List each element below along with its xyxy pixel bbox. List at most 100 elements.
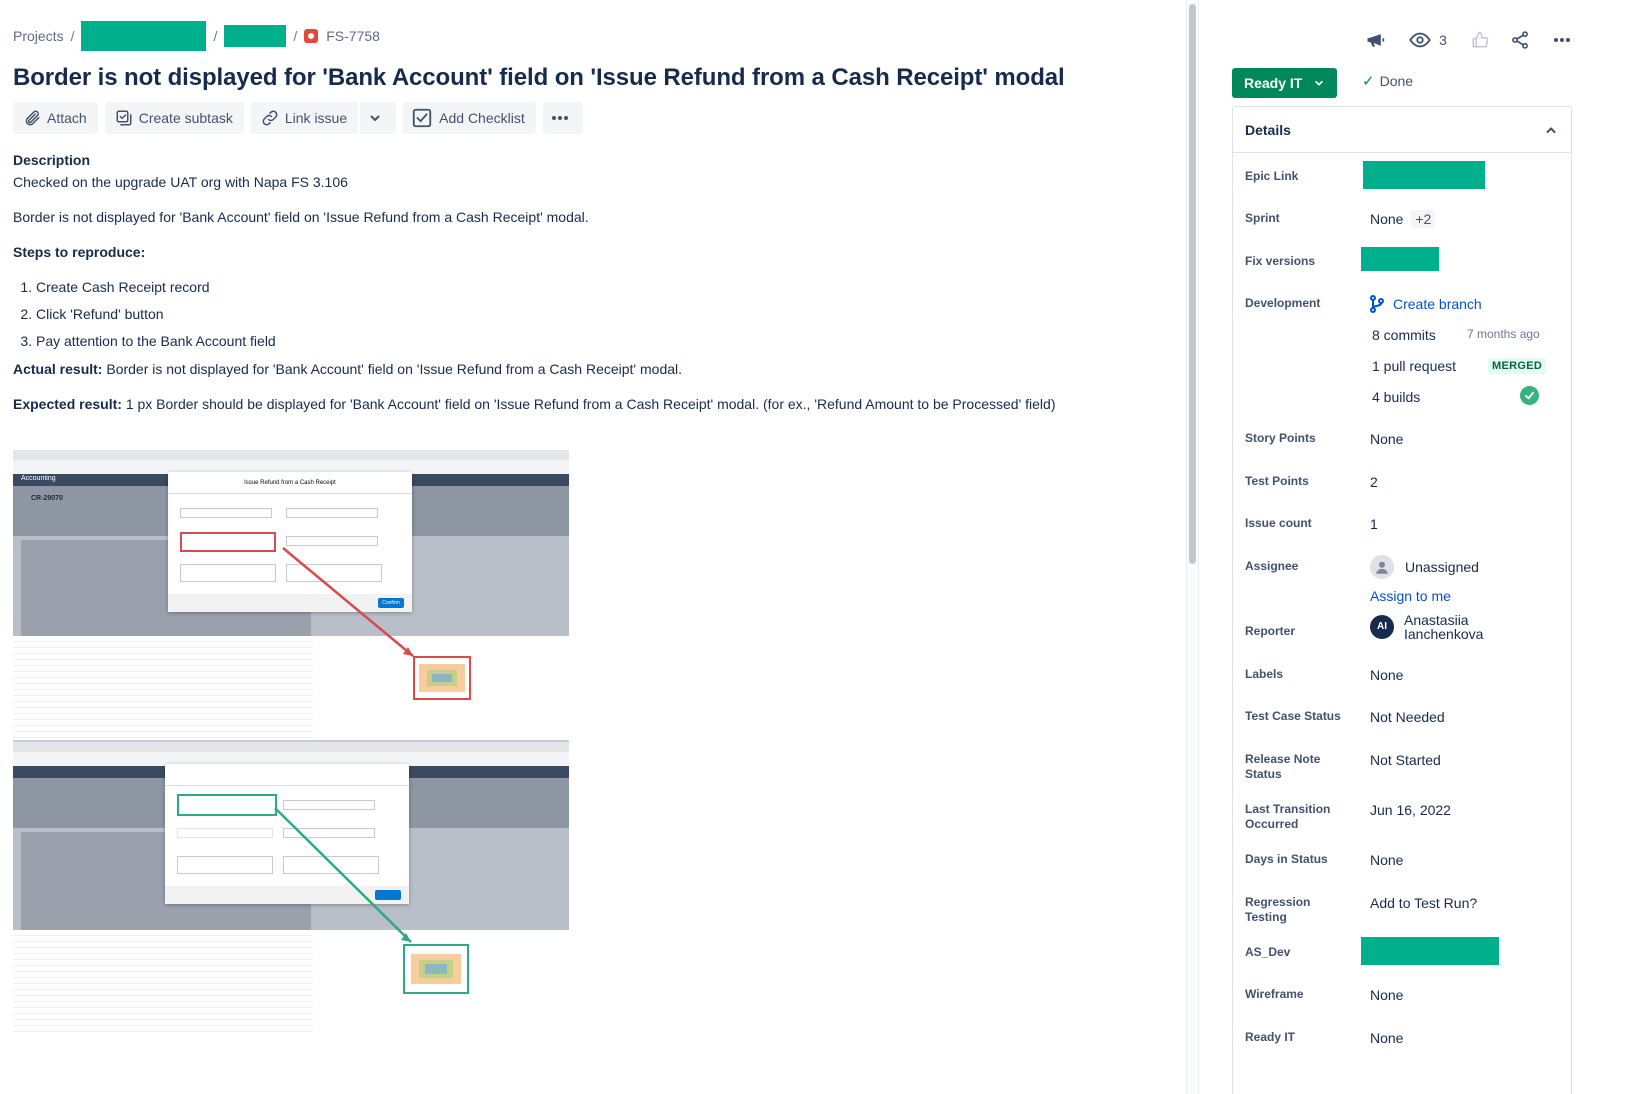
share-button[interactable]	[1506, 24, 1534, 56]
vote-button[interactable]	[1466, 24, 1494, 56]
description-body: Description Checked on the upgrade UAT o…	[13, 152, 1173, 414]
panel-divider	[1198, 0, 1199, 1094]
add-checklist-button[interactable]: Add Checklist	[403, 102, 536, 134]
unassigned-avatar-icon	[1370, 555, 1394, 579]
days-in-status-value: None	[1370, 852, 1404, 868]
step-item: Create Cash Receipt record	[36, 277, 1173, 297]
fix-versions-value-redacted[interactable]	[1361, 247, 1439, 271]
breadcrumb-issue-key[interactable]: FS-7758	[326, 28, 380, 44]
field-label-story-points: Story Points	[1245, 431, 1316, 445]
screenshot-top: Accounting CR-29070 Issue Refund from a …	[13, 450, 569, 740]
expected-result: Expected result: 1 px Border should be d…	[13, 394, 1173, 414]
scrollbar-thumb[interactable]	[1189, 4, 1196, 564]
watch-button[interactable]: 3	[1404, 24, 1452, 56]
regression-testing-value[interactable]: Add to Test Run?	[1370, 894, 1477, 912]
more-actions-button[interactable]	[542, 102, 583, 134]
attach-button[interactable]: Attach	[13, 102, 98, 134]
create-subtask-label: Create subtask	[138, 110, 233, 126]
expected-result-label: Expected result:	[13, 396, 122, 412]
description-line: Checked on the upgrade UAT org with Napa…	[13, 174, 348, 190]
label-line: Release Note	[1245, 752, 1321, 766]
field-label-sprint: Sprint	[1245, 211, 1280, 225]
commits-link[interactable]: 8 commits	[1372, 326, 1436, 344]
pull-request-link[interactable]: 1 pull request	[1372, 357, 1456, 375]
thumbs-up-icon	[1472, 31, 1489, 48]
assign-to-me-link[interactable]: Assign to me	[1370, 587, 1451, 605]
actual-result-text: Border is not displayed for 'Bank Accoun…	[102, 361, 683, 377]
paperclip-icon	[25, 110, 40, 126]
breadcrumb: Projects / / / FS-7758	[13, 20, 380, 52]
description-heading: Description	[13, 152, 91, 168]
page-title[interactable]: Border is not displayed for 'Bank Accoun…	[13, 64, 1065, 92]
commits-time: 7 months ago	[1467, 327, 1540, 341]
field-label-reporter: Reporter	[1245, 624, 1296, 638]
bug-type-icon	[304, 29, 319, 43]
release-note-status-value[interactable]: Not Started	[1370, 751, 1441, 769]
test-case-status-value[interactable]: Not Needed	[1370, 708, 1445, 726]
field-label-regression-testing: Regression Testing	[1245, 895, 1355, 925]
steps-heading: Steps to reproduce:	[13, 244, 146, 260]
labels-value[interactable]: None	[1370, 666, 1403, 684]
field-label-days-in-status: Days in Status	[1245, 852, 1328, 866]
field-label-wireframe: Wireframe	[1245, 987, 1304, 1001]
issue-count-value[interactable]: 1	[1370, 515, 1378, 533]
breadcrumb-parent-redacted[interactable]	[224, 25, 287, 47]
story-points-value[interactable]: None	[1370, 430, 1403, 448]
link-icon	[262, 110, 278, 126]
attachment-screenshot[interactable]: Accounting CR-29070 Issue Refund from a …	[13, 450, 569, 1032]
field-label-epic-link: Epic Link	[1245, 169, 1299, 183]
label-line: Testing	[1245, 910, 1287, 924]
share-icon	[1512, 31, 1528, 49]
last-transition-value: Jun 16, 2022	[1370, 802, 1451, 818]
details-heading: Details	[1245, 121, 1291, 138]
status-label: Ready IT	[1244, 75, 1303, 91]
label-line: Occurred	[1245, 817, 1299, 831]
as-dev-value-redacted[interactable]	[1361, 937, 1499, 965]
main-scrollbar[interactable]	[1186, 0, 1198, 1094]
add-checklist-label: Add Checklist	[439, 110, 525, 126]
field-label-test-case-status: Test Case Status	[1245, 709, 1341, 723]
checklist-icon	[412, 108, 432, 128]
screenshot-bottom	[13, 742, 569, 1032]
assignee-value[interactable]: Unassigned	[1370, 555, 1479, 579]
more-actions-sidebar-button[interactable]	[1548, 24, 1576, 56]
field-label-ready-it: Ready IT	[1245, 1030, 1296, 1044]
field-label-development: Development	[1245, 296, 1321, 310]
chevron-up-icon	[1546, 127, 1556, 133]
test-points-value[interactable]: 2	[1370, 473, 1378, 491]
create-branch-link[interactable]: Create branch	[1369, 295, 1482, 313]
status-dropdown-button[interactable]: Ready IT	[1232, 68, 1337, 98]
assignee-name: Unassigned	[1405, 559, 1479, 575]
details-header[interactable]: Details	[1233, 107, 1571, 153]
label-line: Status	[1245, 767, 1282, 781]
builds-link[interactable]: 4 builds	[1372, 388, 1420, 406]
sprint-more-badge[interactable]: +2	[1411, 210, 1436, 228]
ready-it-value[interactable]: None	[1370, 1029, 1403, 1047]
subtask-icon	[116, 110, 132, 126]
sprint-value[interactable]: None +2	[1370, 210, 1436, 228]
breadcrumb-projects[interactable]: Projects	[13, 28, 64, 44]
reporter-value[interactable]: AI Anastasiia Ianchenkova	[1370, 613, 1483, 641]
create-subtask-button[interactable]: Create subtask	[104, 102, 244, 134]
breadcrumb-separator: /	[70, 28, 75, 44]
field-label-test-points: Test Points	[1245, 474, 1309, 488]
link-issue-button[interactable]: Link issue	[250, 102, 359, 134]
breadcrumb-project-redacted[interactable]	[81, 21, 207, 51]
megaphone-icon	[1367, 34, 1385, 47]
label-line: Regression	[1245, 895, 1311, 909]
reporter-last-name: Ianchenkova	[1404, 626, 1484, 642]
wireframe-value[interactable]: None	[1370, 986, 1403, 1004]
build-success-icon	[1520, 386, 1539, 405]
field-label-fix-versions: Fix versions	[1245, 254, 1316, 268]
announce-button[interactable]	[1360, 24, 1390, 56]
more-icon	[551, 116, 568, 120]
eye-icon	[1409, 32, 1431, 48]
link-issue-dropdown-button[interactable]	[360, 102, 397, 134]
arrow-green-icon	[274, 807, 412, 943]
epic-link-value-redacted[interactable]	[1363, 161, 1485, 189]
chevron-down-icon	[370, 115, 380, 122]
sidebar-actions: 3	[1232, 24, 1625, 56]
field-label-assignee: Assignee	[1245, 559, 1299, 573]
reporter-avatar: AI	[1370, 615, 1394, 639]
step-item: Pay attention to the Bank Account field	[36, 331, 1173, 351]
